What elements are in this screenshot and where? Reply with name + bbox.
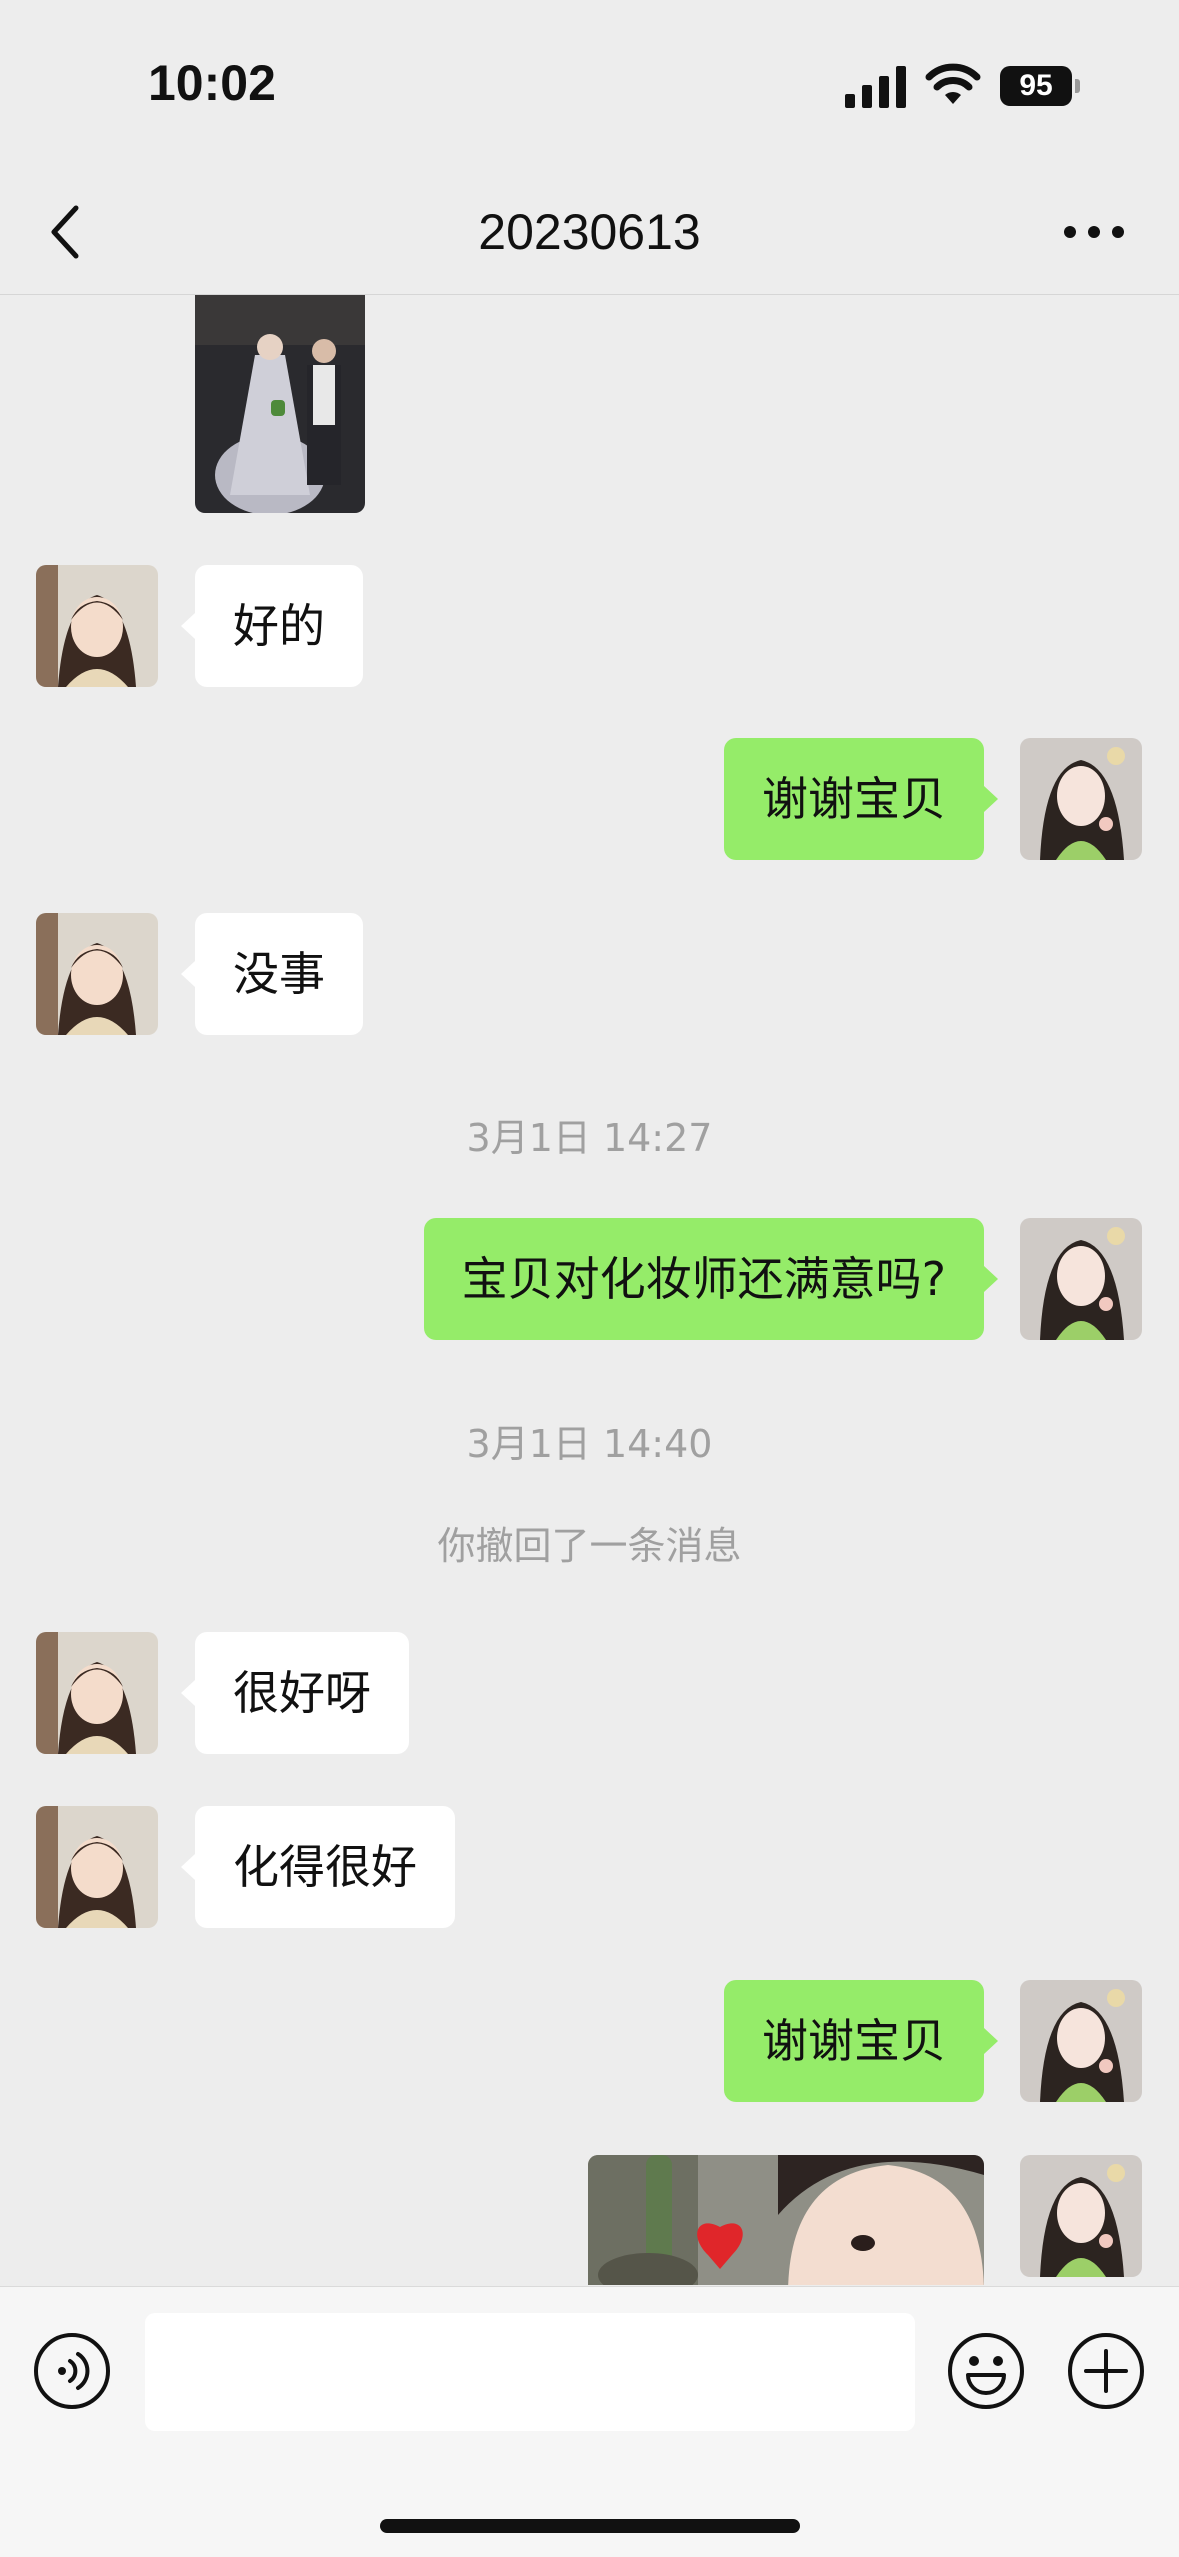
message-row-outgoing: [0, 2155, 1179, 2285]
message-timestamp: 3月1日 14:27: [466, 1116, 713, 1160]
message-bubble[interactable]: 很好呀: [181, 1632, 409, 1754]
message-row-incoming: 很好呀: [0, 1632, 1179, 1754]
message-input[interactable]: [145, 2313, 915, 2431]
contact-avatar[interactable]: [36, 1806, 158, 1928]
sticker-image-message[interactable]: [588, 2155, 984, 2285]
message-bubble[interactable]: 没事: [181, 913, 363, 1035]
recalled-message-notice: 你撤回了一条消息: [437, 1524, 742, 1568]
battery-icon: 95: [1000, 66, 1080, 106]
chat-message-list[interactable]: 好的 谢谢宝贝 没事 3月1日 14:27 宝贝对化妆师还满意吗? 3月1日 1…: [0, 295, 1179, 2285]
my-avatar[interactable]: [1020, 738, 1142, 860]
message-timestamp: 3月1日 14:40: [466, 1422, 713, 1466]
cellular-signal-icon: [845, 66, 906, 108]
more-functions-plus-icon[interactable]: [1066, 2331, 1146, 2411]
message-row-incoming: 没事: [0, 913, 1179, 1035]
contact-avatar[interactable]: [36, 913, 158, 1035]
voice-input-icon[interactable]: [32, 2331, 112, 2411]
contact-avatar[interactable]: [36, 565, 158, 687]
more-options-icon[interactable]: [1062, 218, 1126, 246]
wifi-icon: [925, 63, 981, 104]
message-bubble[interactable]: 谢谢宝贝: [724, 738, 998, 860]
message-bubble[interactable]: 化得很好: [181, 1806, 455, 1928]
my-avatar[interactable]: [1020, 1980, 1142, 2102]
message-row-outgoing: 谢谢宝贝: [0, 1980, 1179, 2102]
message-bubble[interactable]: 好的: [181, 565, 363, 687]
nav-bar: 20230613: [0, 170, 1179, 295]
message-bubble[interactable]: 谢谢宝贝: [724, 1980, 998, 2102]
home-indicator[interactable]: [380, 2519, 800, 2533]
message-row-outgoing: 宝贝对化妆师还满意吗?: [0, 1218, 1179, 1340]
status-bar: 10:02 95: [0, 0, 1179, 170]
chat-input-bar: [0, 2286, 1179, 2557]
status-time: 10:02: [148, 55, 276, 111]
chat-title: 20230613: [478, 204, 701, 260]
message-row-incoming: 好的: [0, 565, 1179, 687]
my-avatar[interactable]: [1020, 2155, 1142, 2277]
battery-level: 95: [1000, 66, 1072, 106]
message-row-outgoing: 谢谢宝贝: [0, 738, 1179, 860]
message-row-incoming: 化得很好: [0, 1806, 1179, 1928]
wedding-photo-message[interactable]: [195, 295, 365, 513]
emoji-icon[interactable]: [946, 2331, 1026, 2411]
contact-avatar[interactable]: [36, 1632, 158, 1754]
my-avatar[interactable]: [1020, 1218, 1142, 1340]
message-bubble[interactable]: 宝贝对化妆师还满意吗?: [423, 1218, 999, 1340]
